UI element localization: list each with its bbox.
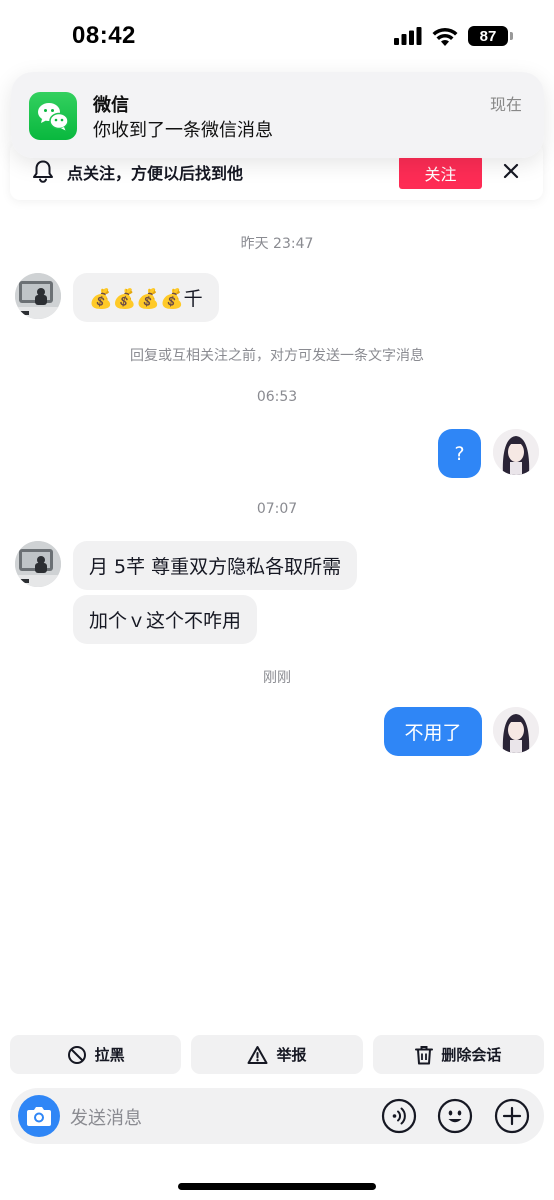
block-label: 拉黑: [94, 1046, 125, 1064]
wechat-notification[interactable]: 微信 你收到了一条微信消息 现在: [11, 72, 544, 158]
status-icons: 87: [394, 26, 513, 46]
battery-icon: 87: [468, 26, 513, 46]
notification-time: 现在: [489, 95, 522, 114]
bell-icon: [33, 160, 53, 183]
delete-conversation-button[interactable]: 删除会话: [372, 1035, 544, 1074]
block-icon: [67, 1045, 86, 1064]
message-input-bar: 发送消息: [10, 1088, 544, 1144]
avatar[interactable]: [493, 429, 539, 475]
notification-app-name: 微信: [93, 95, 129, 116]
status-time: 08:42: [72, 22, 136, 49]
message-bubble[interactable]: 💰💰💰💰千: [73, 273, 219, 322]
close-icon[interactable]: [498, 158, 524, 184]
trash-icon: [415, 1045, 434, 1064]
message-bubble[interactable]: 加个ｖ这个不咋用: [73, 595, 258, 644]
voice-icon[interactable]: [381, 1098, 417, 1134]
timestamp: 06:53: [256, 389, 298, 405]
message-bubble[interactable]: ?: [438, 429, 481, 478]
action-row: 拉黑 举报 删除会话: [10, 1035, 544, 1074]
timestamp: 刚刚: [263, 670, 291, 686]
delete-label: 删除会话: [441, 1046, 502, 1064]
avatar[interactable]: [15, 273, 61, 319]
plus-icon[interactable]: [494, 1098, 530, 1134]
message-input[interactable]: 发送消息: [70, 1104, 142, 1130]
wifi-icon: [432, 27, 458, 46]
report-label: 举报: [276, 1046, 307, 1064]
home-indicator[interactable]: [178, 1183, 376, 1190]
signal-icon: [394, 27, 422, 45]
message-bubble[interactable]: 不用了: [384, 707, 482, 756]
avatar[interactable]: [15, 541, 61, 587]
timestamp: 昨天 23:47: [240, 236, 314, 252]
warning-icon: [247, 1045, 268, 1064]
message-bubble[interactable]: 月 5芊 尊重双方隐私各取所需: [73, 541, 358, 590]
avatar[interactable]: [493, 707, 539, 753]
follow-prompt-text: 点关注，方便以后找到他: [67, 164, 244, 183]
follow-button[interactable]: 关注: [399, 156, 482, 189]
emoji-icon[interactable]: [437, 1098, 473, 1134]
notification-message: 你收到了一条微信消息: [93, 120, 273, 141]
camera-icon[interactable]: [18, 1095, 60, 1137]
timestamp: 07:07: [256, 501, 298, 517]
status-bar: 08:42 87: [0, 0, 554, 70]
system-notice: 回复或互相关注之前，对方可发送一条文字消息: [130, 348, 424, 364]
wechat-app-icon: [29, 92, 77, 140]
block-button[interactable]: 拉黑: [10, 1035, 182, 1074]
report-button[interactable]: 举报: [191, 1035, 363, 1074]
